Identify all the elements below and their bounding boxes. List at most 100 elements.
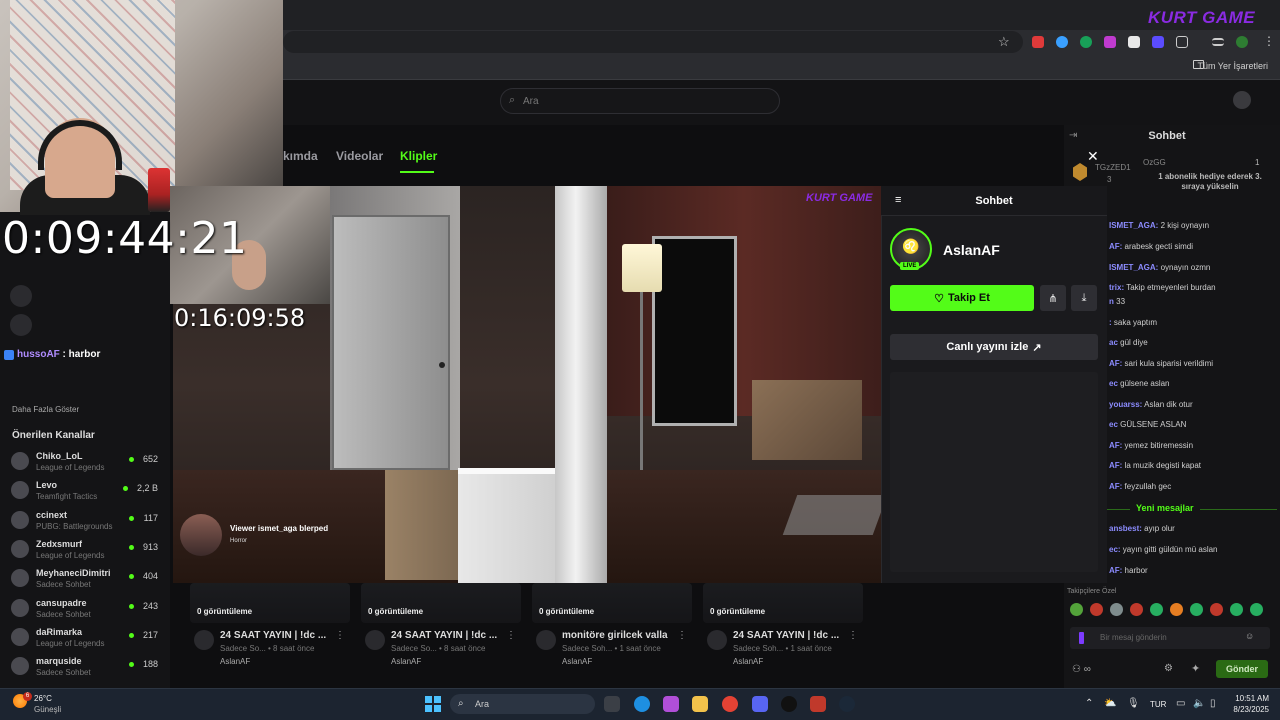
clip-channel-avatar[interactable] <box>536 630 556 650</box>
user-avatar[interactable] <box>1233 91 1251 109</box>
clip-title[interactable]: 24 SAAT YAYIN | !dc ... <box>220 630 326 641</box>
clip-channel[interactable]: AslanAF <box>562 657 592 666</box>
emote-icon[interactable] <box>1070 603 1083 616</box>
clock-date[interactable]: 8/23/2025 <box>1225 705 1269 714</box>
extension-icon[interactable] <box>1128 36 1140 48</box>
chrome-icon[interactable] <box>722 696 738 712</box>
clip-menu-icon[interactable]: ⋮ <box>335 630 345 641</box>
task-view-icon[interactable] <box>604 696 620 712</box>
address-bar[interactable] <box>283 31 1023 53</box>
clip-thumbnail[interactable] <box>190 583 350 623</box>
collapse-chat-icon[interactable]: ⇥ <box>1069 130 1077 141</box>
close-icon[interactable]: ✕ <box>1087 148 1099 165</box>
app-icon[interactable] <box>810 696 826 712</box>
copilot-icon[interactable] <box>663 696 679 712</box>
chat-username[interactable]: ac <box>1109 338 1118 347</box>
emote-icon[interactable] <box>1210 603 1223 616</box>
emote-icon[interactable] <box>1090 603 1103 616</box>
volume-icon[interactable]: 🔈 <box>1193 698 1205 709</box>
chat-username[interactable]: ec <box>1109 379 1118 388</box>
clock-time[interactable]: 10:51 AM <box>1229 694 1269 703</box>
gift-icon[interactable]: ✦ <box>1191 662 1200 675</box>
clip-channel-avatar[interactable] <box>194 630 214 650</box>
sidebar-channel[interactable]: MeyhaneciDimitri Sadece Sohbet 404 <box>8 566 168 592</box>
tab-clips[interactable]: Klipler <box>400 149 437 163</box>
sidebar-avatar[interactable] <box>10 285 32 307</box>
network-icon[interactable]: ▭ <box>1176 698 1185 709</box>
chat-username[interactable]: AF: <box>1109 359 1122 368</box>
emoji-icon[interactable]: ☺ <box>1245 631 1254 641</box>
discord-icon[interactable] <box>752 696 768 712</box>
clip-title[interactable]: 24 SAAT YAYIN | !dc ... <box>391 630 497 641</box>
watch-live-button[interactable]: Canlı yayını izle ↗ <box>890 334 1098 360</box>
clip-channel[interactable]: AslanAF <box>391 657 421 666</box>
edge-icon[interactable] <box>634 696 650 712</box>
tab-videos[interactable]: Videolar <box>336 149 383 163</box>
emote-icon[interactable] <box>1110 603 1123 616</box>
emote-icon[interactable] <box>1130 603 1143 616</box>
sidebar-avatar[interactable] <box>10 314 32 336</box>
clip-menu-icon[interactable]: ⋮ <box>677 630 687 641</box>
download-button[interactable]: ⤓ <box>1071 285 1097 311</box>
clip-thumbnail[interactable] <box>361 583 521 623</box>
grammarly-icon[interactable] <box>1080 36 1092 48</box>
steam-icon[interactable] <box>839 696 855 712</box>
follow-button[interactable]: ♡ Takip Et <box>890 285 1034 311</box>
file-explorer-icon[interactable] <box>692 696 708 712</box>
sidebar-channel[interactable]: Levo Teamfight Tactics 2,2 B <box>8 478 168 504</box>
battery-icon[interactable]: ▯ <box>1210 698 1216 709</box>
chat-username[interactable]: AF: <box>1109 441 1122 450</box>
chat-settings-gear-icon[interactable]: ⚙ <box>1164 663 1173 674</box>
browser-menu-icon[interactable]: ⋮ <box>1263 34 1275 48</box>
emote-icon[interactable] <box>1250 603 1263 616</box>
extension-icon[interactable] <box>1104 36 1116 48</box>
clip-title[interactable]: 24 SAAT YAYIN | !dc ... <box>733 630 839 641</box>
tray-chevron-up-icon[interactable]: ⌃ <box>1085 698 1093 709</box>
chat-username[interactable]: ec: <box>1109 545 1121 554</box>
taskbar-search[interactable] <box>450 694 595 714</box>
share-button[interactable]: ⋔ <box>1040 285 1066 311</box>
windows-start-icon[interactable] <box>425 696 441 712</box>
chat-username[interactable]: ISMET_AGA: <box>1109 263 1158 272</box>
chat-points-icon[interactable]: ⚇ ∞ <box>1072 664 1091 675</box>
sidebar-channel[interactable]: Chiko_LoL League of Legends 652 <box>8 449 168 475</box>
extension-icon[interactable] <box>1032 36 1044 48</box>
sidebar-channel[interactable]: marquside Sadece Sohbet 188 <box>8 654 168 680</box>
chat-username[interactable]: ansbest: <box>1109 524 1142 533</box>
clip-thumbnail[interactable] <box>532 583 692 623</box>
reading-list-icon[interactable] <box>1212 38 1224 46</box>
clip-channel[interactable]: AslanAF <box>733 657 763 666</box>
sidebar-channel[interactable]: Zedxsmurf League of Legends 913 <box>8 537 168 563</box>
all-bookmarks-link[interactable]: Tüm Yer İşaretleri <box>1197 61 1268 71</box>
obs-icon[interactable] <box>781 696 797 712</box>
new-messages-label[interactable]: Yeni mesajlar <box>1130 503 1200 513</box>
chat-username[interactable]: AF: <box>1109 242 1122 251</box>
chat-username[interactable]: trix: <box>1109 283 1124 292</box>
bookmark-star-icon[interactable]: ☆ <box>998 34 1010 50</box>
extension-icon[interactable] <box>1056 36 1068 48</box>
chat-username[interactable]: ISMET_AGA: <box>1109 221 1158 230</box>
tab-about[interactable]: kımda <box>283 149 318 163</box>
microphone-icon[interactable]: 🎙 <box>1127 698 1140 709</box>
sidebar-channel[interactable]: cansupadre Sadece Sohbet 243 <box>8 596 168 622</box>
input-language[interactable]: TUR <box>1150 700 1166 709</box>
sidebar-channel[interactable]: ccinext PUBG: Battlegrounds 117 <box>8 508 168 534</box>
chat-username[interactable]: AF: <box>1109 482 1122 491</box>
sidebar-channel[interactable]: daRimarka League of Legends 217 <box>8 625 168 651</box>
clip-thumbnail[interactable] <box>703 583 863 623</box>
clip-title[interactable]: monitöre girilcek valla <box>562 630 668 641</box>
chat-username[interactable]: AF: <box>1109 461 1122 470</box>
streamer-name[interactable]: AslanAF <box>943 242 1000 258</box>
clip-menu-icon[interactable]: ⋮ <box>506 630 516 641</box>
chat-username[interactable]: youarss: <box>1109 400 1142 409</box>
send-button[interactable]: Gönder <box>1216 660 1268 678</box>
clip-channel-avatar[interactable] <box>365 630 385 650</box>
chat-username[interactable]: ec <box>1109 420 1118 429</box>
clip-menu-icon[interactable]: ⋮ <box>848 630 858 641</box>
show-more-link[interactable]: Daha Fazla Göster <box>12 405 79 414</box>
gift-prompt[interactable]: 1 abonelik hediye ederek 3. sıraya yükse… <box>1155 172 1265 192</box>
emote-icon[interactable] <box>1150 603 1163 616</box>
weather-temperature[interactable]: 26°C <box>34 694 52 703</box>
emote-icon[interactable] <box>1230 603 1243 616</box>
tray-app-icon[interactable]: ⛅ <box>1104 698 1116 709</box>
